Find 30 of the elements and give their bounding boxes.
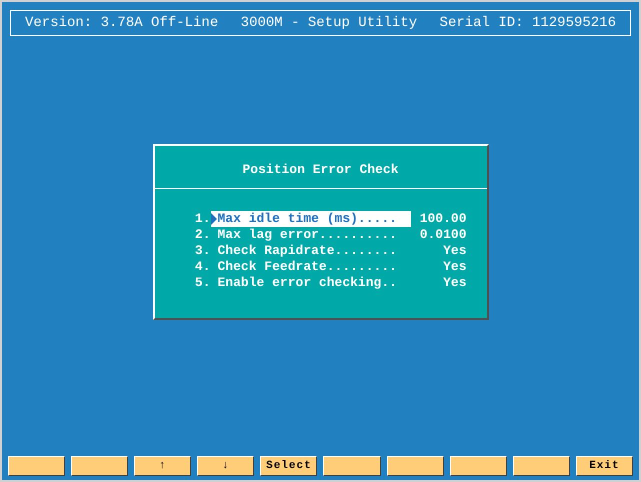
dialog-title: Position Error Check xyxy=(241,161,400,178)
version-text: Version: 3.78A Off-Line xyxy=(25,14,218,32)
menu-item[interactable]: Max idle time (ms)..... xyxy=(210,211,410,227)
item-number: 2. xyxy=(194,227,210,243)
function-key[interactable]: ↓ xyxy=(197,456,254,476)
item-value: Yes xyxy=(442,243,466,259)
item-value: 100.00 xyxy=(418,211,466,227)
item-value: Yes xyxy=(442,275,466,291)
menu-item[interactable]: Enable error checking.. xyxy=(210,275,410,291)
function-key[interactable]: Select xyxy=(260,456,318,476)
menu-item[interactable]: Check Feedrate......... xyxy=(210,259,410,275)
item-number: 5. xyxy=(194,275,210,291)
app-title: 3000M - Setup Utility xyxy=(240,14,418,32)
item-number: 1. xyxy=(194,211,210,227)
function-key[interactable] xyxy=(323,456,381,476)
function-key[interactable]: Exit xyxy=(576,456,633,476)
menu-item[interactable]: Check Rapidrate........ xyxy=(210,243,410,259)
function-key[interactable] xyxy=(512,456,570,476)
function-key[interactable]: ↑ xyxy=(134,456,192,476)
function-key[interactable] xyxy=(8,456,66,476)
menu-item[interactable]: Max lag error.......... xyxy=(210,227,410,243)
serial-text: Serial ID: 1129595216 xyxy=(440,14,616,32)
item-number: 4. xyxy=(194,259,210,275)
function-key[interactable] xyxy=(450,456,507,476)
function-key[interactable] xyxy=(71,456,128,476)
item-number: 3. xyxy=(194,243,210,259)
item-value: Yes xyxy=(442,259,466,275)
item-value: 0.0100 xyxy=(418,227,466,243)
function-key[interactable] xyxy=(386,456,444,476)
pointer-icon xyxy=(210,213,216,225)
